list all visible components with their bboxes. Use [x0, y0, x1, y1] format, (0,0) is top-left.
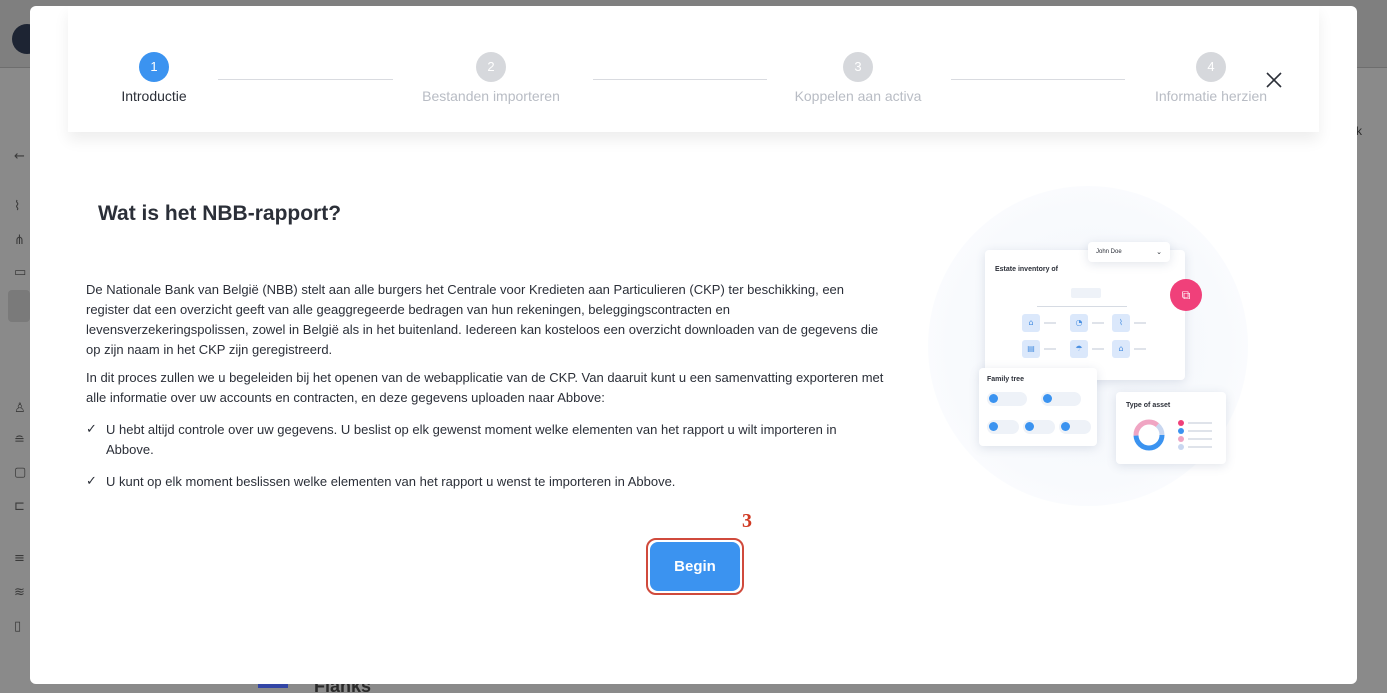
placeholder-line	[1134, 322, 1146, 324]
member-dot	[1061, 422, 1070, 431]
annotation-label: 3	[742, 510, 752, 532]
step-connector	[593, 79, 767, 80]
check-item-text: U kunt op elk moment beslissen welke ele…	[106, 474, 676, 489]
placeholder-line	[1134, 348, 1146, 350]
bank-icon: ⌂	[1112, 340, 1130, 358]
checkmark-icon: ✓	[86, 474, 97, 489]
asset-type-card: Type of asset	[1116, 392, 1226, 464]
stepper: 1 Introductie 2 Bestanden importeren 3 K…	[68, 6, 1319, 132]
house-icon: ⌂	[1022, 314, 1040, 332]
legend-line	[1188, 438, 1212, 440]
close-icon	[1266, 72, 1282, 88]
intro-paragraph: De Nationale Bank van België (NBB) stelt…	[86, 282, 879, 357]
placeholder-line	[1092, 348, 1104, 350]
tree-root-node	[1071, 288, 1101, 298]
stack-icon: ≋	[14, 585, 25, 600]
folder-icon: ▭	[14, 265, 27, 280]
step-label: Introductie	[121, 88, 187, 104]
step-introductie[interactable]: 1 Introductie	[54, 52, 254, 105]
check-item-text: U hebt altijd controle over uw gegevens.…	[106, 422, 837, 457]
tree-icon: ⊏	[14, 499, 25, 514]
document-icon: ▯	[14, 619, 22, 634]
user-select-value: John Doe	[1096, 249, 1122, 255]
legend-line	[1188, 446, 1212, 448]
estate-inventory-card: Estate inventory of ⌂ ◔ ⌇ ▤ ☂ ⌂	[985, 250, 1185, 380]
brand-bar	[258, 684, 288, 688]
family-tree-card: Family tree	[979, 368, 1097, 446]
member-dot	[1043, 394, 1052, 403]
piggy-bank-icon: ◔	[1070, 314, 1088, 332]
step-connector	[951, 79, 1125, 80]
check-item: ✓ U hebt altijd controle over uw gegeven…	[86, 420, 896, 460]
legend-line	[1188, 422, 1212, 424]
begin-button[interactable]: Begin	[650, 542, 740, 591]
member-dot	[1025, 422, 1034, 431]
asset-type-title: Type of asset	[1126, 402, 1171, 409]
estate-illustration: Estate inventory of ⌂ ◔ ⌇ ▤ ☂ ⌂ John Doe…	[888, 146, 1278, 526]
chevron-down-icon: ⌄	[1156, 248, 1162, 256]
legend-dot	[1178, 444, 1184, 450]
bank-icon: ≘	[14, 433, 25, 448]
list-icon: ≡	[14, 551, 25, 566]
chat-bubble-icon: ⧉	[1170, 279, 1202, 311]
step-label: Bestanden importeren	[422, 88, 560, 104]
page-title: Wat is het NBB-rapport?	[98, 202, 342, 225]
step-label: Koppelen aan activa	[794, 88, 922, 104]
chart-icon: ⌇	[14, 199, 21, 214]
sidebar-active-item	[8, 290, 30, 322]
donut-chart-icon	[1133, 419, 1165, 451]
checkmark-icon: ✓	[86, 422, 97, 437]
placeholder-line	[1044, 348, 1056, 350]
step-number: 4	[1196, 52, 1226, 82]
legend-dot	[1178, 436, 1184, 442]
legend-dot	[1178, 420, 1184, 426]
chart-icon: ⌇	[1112, 314, 1130, 332]
back-arrow-icon: ←	[14, 149, 25, 164]
family-tree-title: Family tree	[987, 376, 1024, 383]
nbb-import-modal: 1 Introductie 2 Bestanden importeren 3 K…	[30, 6, 1357, 684]
close-button[interactable]	[1262, 68, 1286, 92]
process-paragraph: In dit proces zullen we u begeleiden bij…	[86, 370, 884, 405]
legend-line	[1188, 430, 1212, 432]
chat-icon: ▢	[14, 465, 27, 480]
check-item: ✓ U kunt op elk moment beslissen welke e…	[86, 472, 896, 492]
umbrella-icon: ☂	[1070, 340, 1088, 358]
user-select: John Doe ⌄	[1088, 242, 1170, 262]
step-number: 2	[476, 52, 506, 82]
member-dot	[989, 422, 998, 431]
estate-inventory-title: Estate inventory of	[995, 266, 1059, 273]
step-number: 1	[139, 52, 169, 82]
member-dot	[989, 394, 998, 403]
step-number: 3	[843, 52, 873, 82]
person-icon: ♙	[14, 401, 26, 416]
tree-branch-line	[1037, 306, 1127, 307]
placeholder-line	[1092, 322, 1104, 324]
legend-dot	[1178, 428, 1184, 434]
hierarchy-icon: ⋔	[14, 233, 25, 248]
document-icon: ▤	[1022, 340, 1040, 358]
placeholder-line	[1044, 322, 1056, 324]
step-bestanden-importeren[interactable]: 2 Bestanden importeren	[391, 52, 591, 105]
step-koppelen-aan-activa[interactable]: 3 Koppelen aan activa	[758, 52, 958, 105]
